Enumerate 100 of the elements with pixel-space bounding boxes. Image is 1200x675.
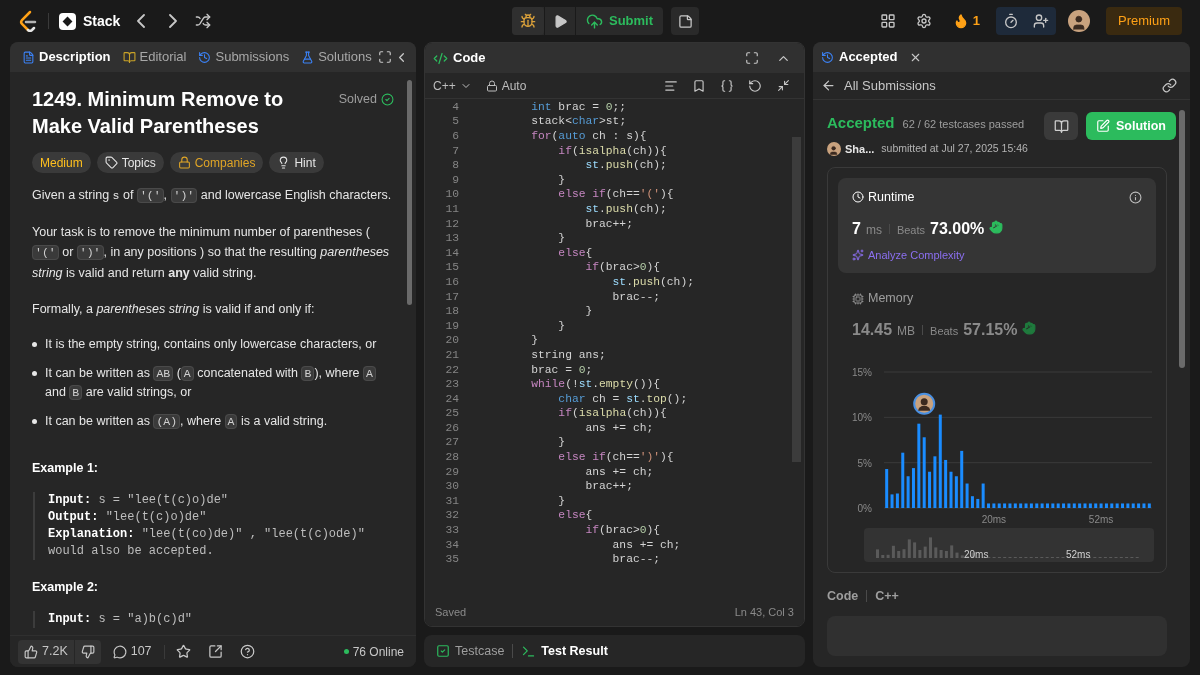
beats-value: 57.15%	[963, 320, 1018, 340]
line-number: 19	[444, 318, 459, 334]
cloud-upload-icon	[586, 12, 603, 30]
book-icon	[1053, 118, 1069, 134]
panel-tab[interactable]: Editorial	[118, 47, 191, 67]
line-number: 20	[444, 333, 459, 349]
list-item-text: It is the empty string, contains only lowercase characters, or	[45, 336, 377, 353]
maximize-icon	[745, 51, 759, 65]
notes-button[interactable]	[671, 7, 700, 35]
line-number: 12	[444, 216, 459, 232]
check-icon	[381, 92, 394, 106]
code-line: while(!st.empty()){	[530, 377, 661, 393]
list-item-text: It can be written as AB ( A concatenated with B ), where A and B are valid strings, or	[45, 364, 394, 402]
tag-icon	[104, 156, 118, 169]
code-line: if(isalpha(ch)){	[557, 143, 667, 159]
share-icon	[208, 644, 224, 659]
tag-chip[interactable]: Companies	[169, 152, 264, 173]
axis-label: 52ms	[1088, 514, 1114, 525]
panel-tab[interactable]: Description	[18, 47, 115, 67]
editorial-button[interactable]	[1044, 112, 1078, 140]
panel-tab[interactable]: Solutions	[297, 47, 376, 67]
code-line: ans += ch;	[584, 464, 654, 480]
braces-icon	[720, 78, 734, 93]
comments-button[interactable]: 107	[106, 639, 158, 664]
overview-label: 20ms	[964, 549, 989, 561]
info-icon	[1129, 190, 1142, 204]
tag-chip[interactable]: Hint	[269, 152, 324, 173]
example-line: Explanation: "lee(t(co)de)" , "lee(t(c)ode)"	[48, 525, 366, 543]
bookmark-icon	[692, 78, 706, 93]
line-number: 15	[444, 260, 459, 276]
undo-icon	[748, 78, 762, 93]
terminal-icon	[521, 643, 537, 659]
chevron-left-icon	[137, 14, 146, 28]
line-number: 11	[444, 202, 459, 217]
auto-mode-button[interactable]: Auto	[485, 76, 527, 95]
line-number: 16	[444, 274, 459, 290]
code-line: char ch = st.top();	[557, 391, 688, 407]
line-number: 8	[451, 158, 459, 174]
panel-tab[interactable]: Submissions	[194, 47, 294, 67]
code-line: else{	[557, 245, 593, 261]
console-tab[interactable]: Test Result	[521, 641, 608, 661]
debug-button[interactable]	[512, 7, 544, 35]
code-line: else if(ch=='('){	[557, 187, 674, 203]
thumbs-down-icon	[80, 644, 95, 659]
problem-list-button[interactable]: Stack	[59, 10, 121, 32]
star-icon	[176, 644, 192, 659]
code-line: brac = 0;	[530, 362, 593, 378]
line-number: 34	[444, 537, 459, 553]
line-number: 4	[451, 99, 459, 115]
line-number: 28	[444, 450, 459, 466]
example-title: Example 2:	[32, 578, 99, 596]
description-paragraph: Your task is to remove the minimum number of parentheses ( '(' or ')' , in any positions ) so that the resulting parentheses string is valid and return any valid string.	[32, 224, 391, 282]
difficulty-tag: Medium	[32, 152, 91, 173]
avatar	[1068, 10, 1090, 32]
line-number: 33	[444, 523, 459, 539]
minimize-icon	[776, 79, 790, 92]
bullet-icon	[32, 371, 37, 376]
axis-label: 0%	[857, 503, 872, 514]
clock-icon	[852, 191, 864, 204]
bug-icon	[520, 13, 536, 29]
panel-tab[interactable]: Accepted	[821, 47, 898, 67]
line-number: 31	[444, 493, 459, 509]
streak-button[interactable]: 1	[948, 11, 984, 31]
add-user-icon	[1033, 13, 1049, 29]
description-paragraph: Formally, a parentheses string is valid if and only if:	[32, 301, 316, 318]
beats-value: 73.00%	[930, 218, 985, 239]
premium-button[interactable]: Premium	[1106, 7, 1182, 35]
code-language: C++	[875, 588, 899, 605]
online-count: 76 Online	[352, 643, 404, 661]
solved-status: Solved	[338, 91, 377, 108]
axis-label: 10%	[852, 412, 872, 424]
metric-value: 14.45	[852, 320, 893, 340]
back-link[interactable]: All Submissions	[821, 75, 936, 96]
section-title: Code	[827, 588, 859, 605]
code-line: }	[557, 172, 566, 188]
avatar	[827, 141, 841, 156]
sparkle-icon	[852, 249, 864, 261]
history-icon	[821, 50, 834, 64]
console-tab[interactable]: Testcase	[436, 641, 505, 661]
language-select[interactable]: C++	[433, 76, 472, 95]
code-line: else{	[557, 508, 593, 524]
code-line: if(brac>0){	[584, 260, 661, 276]
help-icon	[240, 644, 256, 659]
hand-icon	[1022, 321, 1037, 335]
hand-icon	[989, 219, 1004, 234]
align-left-icon	[664, 78, 678, 93]
code-line: int brac = 0;;	[530, 99, 627, 115]
line-number: 27	[444, 435, 459, 451]
cursor-position: Ln 43, Col 3	[734, 604, 794, 620]
code-line: string ans;	[530, 347, 606, 363]
histogram-bar	[987, 503, 990, 508]
comment-icon	[112, 644, 127, 659]
checkbox-icon	[436, 644, 450, 658]
tag-chip[interactable]: Topics	[96, 152, 164, 173]
panel-title: Code	[453, 49, 486, 68]
line-number: 21	[444, 347, 459, 363]
beats-label: Beats	[896, 222, 926, 238]
code-line: stack<char>st;	[530, 114, 627, 130]
line-number: 7	[451, 143, 459, 159]
verdict: Accepted	[827, 113, 895, 133]
